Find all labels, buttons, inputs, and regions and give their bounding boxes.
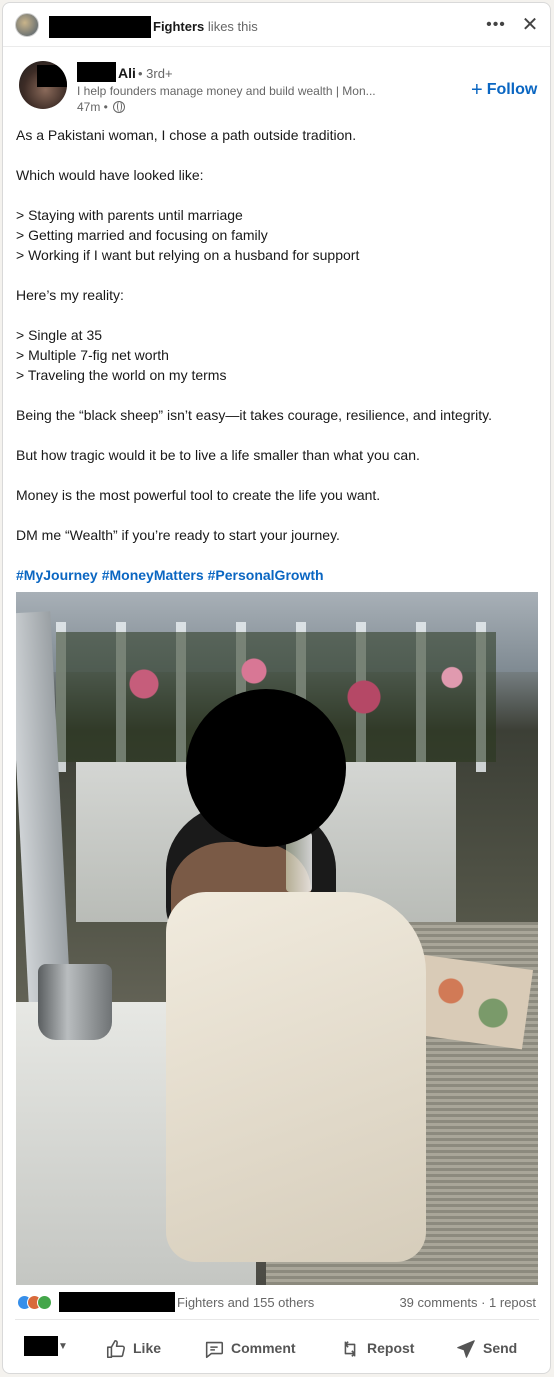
post-line: > Getting married and focusing on family <box>16 227 268 243</box>
send-button[interactable]: Send <box>455 1333 517 1363</box>
liker-avatar[interactable] <box>15 13 39 37</box>
post-line: Being the “black sheep” isn’t easy—it ta… <box>16 407 492 423</box>
post-time: 47m • <box>77 100 108 114</box>
post-line: > Staying with parents until marriage <box>16 207 243 223</box>
hashtag-link[interactable]: #MyJourney <box>16 567 98 583</box>
post-line: Here’s my reality: <box>16 287 124 303</box>
comment-label: Comment <box>231 1340 296 1356</box>
post-line: > Traveling the world on my terms <box>16 367 227 383</box>
post-meta: 47m • <box>77 100 126 114</box>
like-label: Like <box>133 1340 162 1356</box>
comment-button[interactable]: Comment <box>203 1333 296 1363</box>
follow-button[interactable]: + Follow <box>469 77 539 104</box>
like-button[interactable]: Like <box>105 1333 161 1363</box>
hashtag-link[interactable]: #MoneyMatters <box>102 567 204 583</box>
follow-label: Follow <box>486 81 538 98</box>
social-action-text: likes this <box>207 19 258 34</box>
reaction-icons[interactable] <box>17 1295 57 1311</box>
post-line: > Working if I want but relying on a hus… <box>16 247 360 263</box>
liker-name[interactable]: Fighters <box>153 19 204 34</box>
support-reaction-icon <box>37 1295 52 1310</box>
post-line: > Single at 35 <box>16 327 103 343</box>
post-line: But how tragic would it be to live a lif… <box>16 447 420 463</box>
author-name[interactable]: Ali <box>118 65 136 81</box>
comments-reposts-count[interactable]: 39 comments · 1 repost <box>399 1295 536 1310</box>
social-context-bar: Fighters likes this ••• ✕ <box>3 3 550 47</box>
connection-degree: • 3rd+ <box>138 66 173 81</box>
feed-post-card: Fighters likes this ••• ✕ Ali • 3rd+ I h… <box>2 2 551 1374</box>
plus-icon: + <box>471 79 483 101</box>
more-options-icon[interactable]: ••• <box>483 14 509 40</box>
post-line: Which would have looked like: <box>16 167 204 183</box>
repost-icon <box>344 1341 356 1358</box>
post-line: Money is the most powerful tool to creat… <box>16 487 381 503</box>
comment-icon <box>205 1342 224 1359</box>
author-avatar[interactable] <box>19 61 67 109</box>
action-bar: Like Comment Repost Send <box>3 1323 550 1373</box>
close-icon[interactable]: ✕ <box>517 12 543 38</box>
redacted-reactor-name <box>59 1292 175 1312</box>
divider <box>15 1319 539 1320</box>
post-text: As a Pakistani woman, I chose a path out… <box>16 125 536 545</box>
reactions-count[interactable]: Fighters and 155 others <box>177 1295 314 1310</box>
redacted-face <box>186 689 346 847</box>
hashtags: #MyJourney #MoneyMatters #PersonalGrowth <box>16 565 328 585</box>
thumbs-up-icon <box>106 1340 125 1359</box>
author-headline: I help founders manage money and build w… <box>77 84 376 98</box>
send-label: Send <box>483 1340 518 1356</box>
post-line: DM me “Wealth” if you’re ready to start … <box>16 527 340 543</box>
repost-label: Repost <box>367 1340 415 1356</box>
redacted-author-name <box>77 62 116 82</box>
social-context-text: Fighters likes this <box>153 19 258 34</box>
send-icon <box>457 1340 475 1359</box>
post-line: As a Pakistani woman, I chose a path out… <box>16 127 357 143</box>
globe-icon <box>113 101 126 113</box>
repost-button[interactable]: Repost <box>339 1333 414 1363</box>
post-image[interactable] <box>16 592 538 1285</box>
hashtag-link[interactable]: #PersonalGrowth <box>208 567 324 583</box>
redacted-name <box>49 16 151 38</box>
post-line: > Multiple 7-fig net worth <box>16 347 169 363</box>
